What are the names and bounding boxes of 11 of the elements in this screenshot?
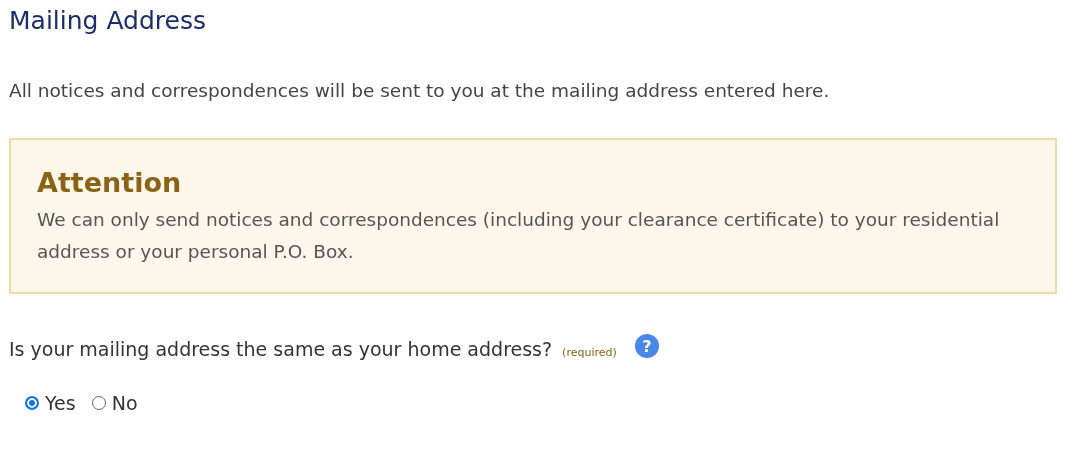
intro-text: All notices and correspondences will be sent to you at the mailing address entered here. (9, 79, 831, 103)
page-heading: Mailing Address (9, 5, 207, 37)
radio-icon[interactable] (25, 396, 39, 410)
radio-option[interactable]: Yes (25, 392, 76, 414)
question-label: Is your mailing address the same as your home address? (9, 338, 553, 360)
required-label: (required) (562, 345, 617, 359)
help-icon[interactable]: ? (634, 334, 659, 358)
attention-title: Attention (37, 166, 183, 200)
radio-option[interactable]: No (91, 392, 138, 414)
attention-text: We can only send notices and correspondences (including your clearance certificate) to your residential address or your personal P.O. Box. (37, 208, 1001, 264)
radio-icon[interactable] (91, 396, 106, 410)
